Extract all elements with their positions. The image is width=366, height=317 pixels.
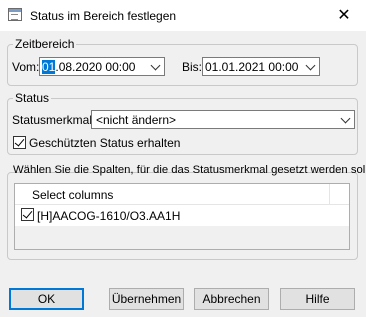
statusmerkmal-label: Statusmerkmal:	[12, 113, 96, 127]
close-icon[interactable]: ✕	[322, 0, 366, 31]
app-window-icon	[8, 8, 22, 21]
from-datetime-picker[interactable]: 01.08.2020 00:00	[39, 57, 165, 76]
status-dialog: Status im Bereich festlegen ✕ Zeitbereic…	[0, 0, 366, 317]
to-label: Bis:	[182, 60, 203, 74]
title-bar: Status im Bereich festlegen ✕	[0, 0, 366, 31]
column-divider	[329, 184, 330, 204]
to-datetime-picker[interactable]: 01.01.2021 00:00	[202, 57, 320, 76]
columns-listbox[interactable]: Select columns [H]AACOG-1610/O3.AA1H	[14, 183, 350, 250]
window-title: Status im Bereich festlegen	[30, 9, 177, 23]
help-button[interactable]: Hilfe	[280, 288, 355, 310]
zeitbereich-group: Zeitbereich Vom: 01.08.2020 00:00 Bis: 0…	[7, 37, 358, 86]
zeitbereich-legend: Zeitbereich	[13, 37, 77, 51]
from-datetime-rest: .08.2020 00:00	[55, 60, 136, 74]
from-day-selected: 01	[42, 60, 56, 74]
list-header: Select columns	[15, 184, 349, 205]
from-datetime-value: 01.08.2020 00:00	[42, 60, 135, 74]
chevron-down-icon	[340, 113, 351, 124]
from-label: Vom:	[12, 60, 40, 74]
columns-legend: Wählen Sie die Spalten, für die das Stat…	[13, 164, 366, 176]
status-legend: Status	[13, 91, 52, 105]
keep-protected-label: Geschützten Status erhalten	[29, 136, 181, 150]
list-item[interactable]: [H]AACOG-1610/O3.AA1H	[15, 205, 349, 225]
ok-button[interactable]: OK	[9, 288, 84, 310]
apply-button[interactable]: Übernehmen	[109, 288, 184, 310]
statusmerkmal-value: <nicht ändern>	[96, 113, 177, 127]
column-item-label: [H]AACOG-1610/O3.AA1H	[37, 209, 181, 223]
to-datetime-value: 01.01.2021 00:00	[205, 60, 299, 74]
column-item-checkbox[interactable]	[21, 208, 34, 221]
list-empty-area	[15, 226, 349, 249]
status-group: Status Statusmerkmal: <nicht ändern> Ges…	[7, 91, 358, 155]
select-columns-header[interactable]: Select columns	[32, 188, 113, 202]
cancel-button[interactable]: Abbrechen	[194, 288, 269, 310]
statusmerkmal-select[interactable]: <nicht ändern>	[91, 110, 355, 129]
keep-protected-checkbox[interactable]	[13, 136, 26, 149]
chevron-down-icon	[150, 60, 161, 71]
chevron-down-icon	[305, 60, 316, 71]
